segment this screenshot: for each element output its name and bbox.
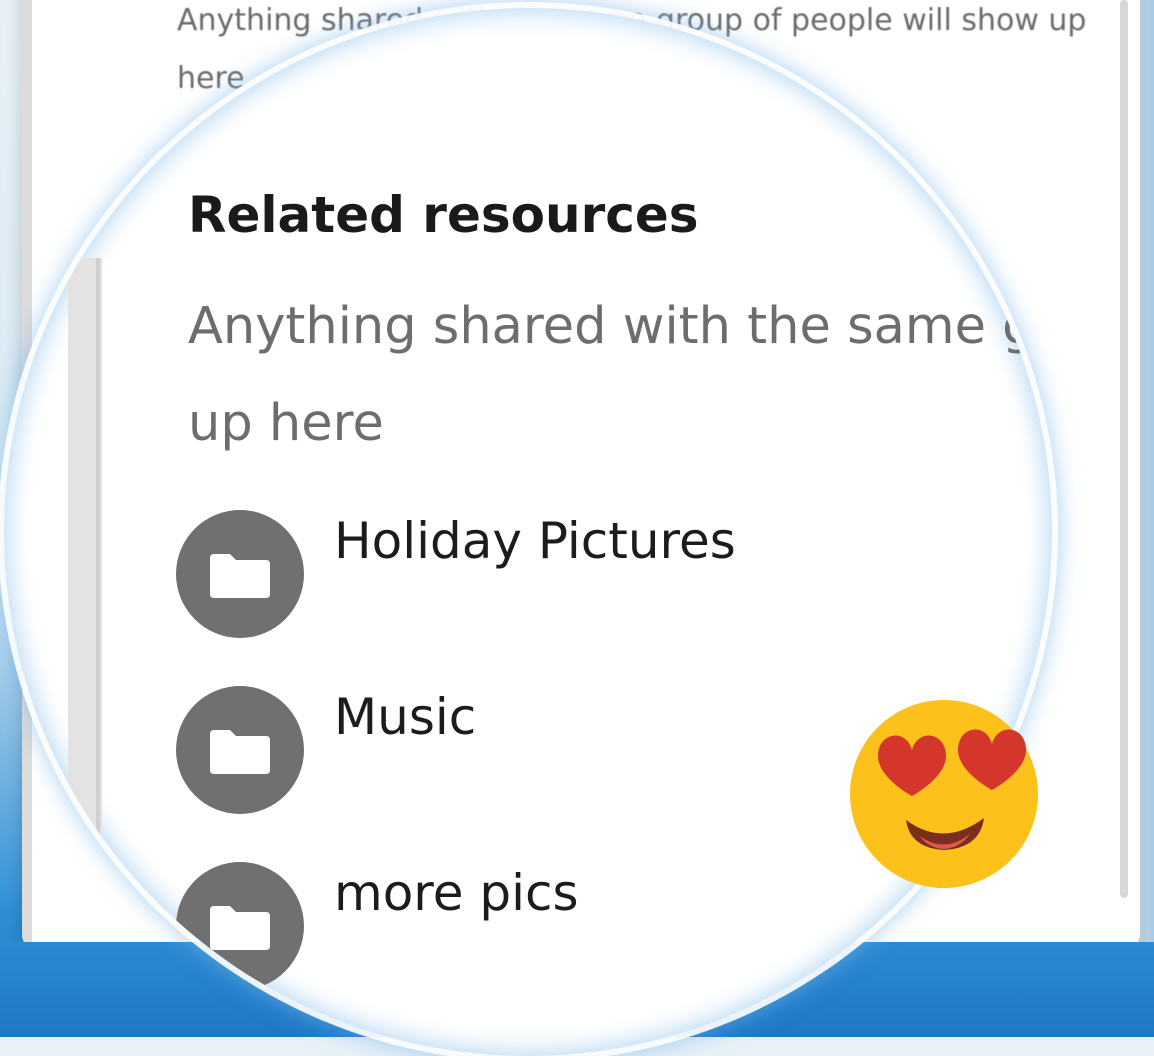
magnifier-lens: Related resources Anything shared with t… [4, 8, 1052, 1056]
panel-left-divider-line [96, 258, 100, 908]
section-description: Anything shared with the same group of p… [188, 278, 1052, 472]
resource-item-more-pics[interactable]: more pics [176, 862, 876, 990]
folder-avatar [176, 510, 304, 638]
section-title: Related resources [188, 186, 699, 244]
section-description-line-2: up here [188, 394, 384, 453]
folder-icon [210, 730, 270, 774]
vertical-scrollbar[interactable] [1120, 0, 1128, 898]
folder-icon [210, 554, 270, 598]
resource-item-music[interactable]: Music [176, 686, 876, 814]
resource-item-holiday-pictures[interactable]: Holiday Pictures [176, 510, 876, 638]
heart-eyes-emoji-icon [850, 700, 1038, 888]
folder-avatar [176, 862, 304, 990]
resource-label: more pics [334, 864, 579, 922]
section-description-line-1: Anything shared with the same group of p… [188, 297, 1052, 356]
folder-avatar [176, 686, 304, 814]
folder-icon [210, 906, 270, 950]
resource-label: Holiday Pictures [334, 512, 736, 570]
resource-label: Music [334, 688, 477, 746]
